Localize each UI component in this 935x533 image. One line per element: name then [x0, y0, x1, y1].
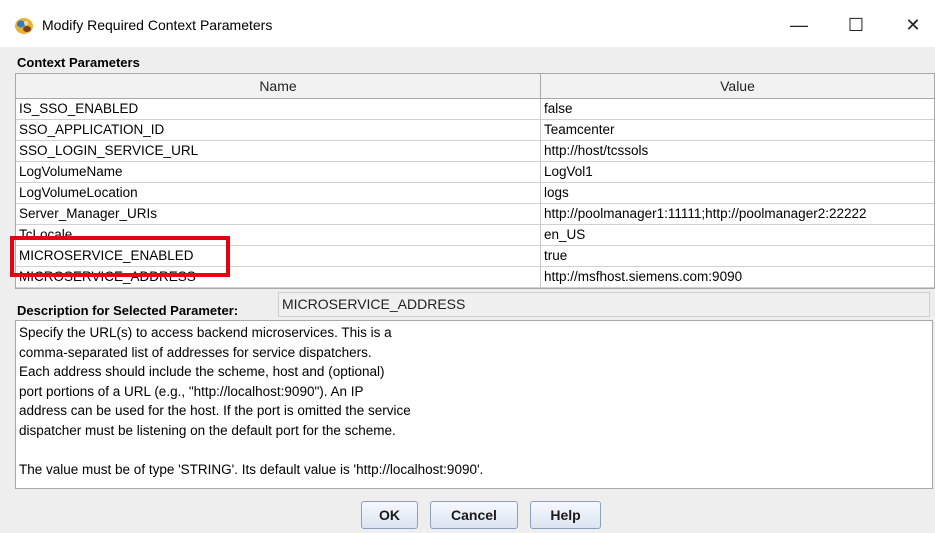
- maximize-button[interactable]: ☐: [836, 10, 876, 40]
- param-value-cell[interactable]: logs: [541, 183, 934, 203]
- param-name-cell[interactable]: SSO_APPLICATION_ID: [16, 120, 541, 140]
- param-value-cell[interactable]: true: [541, 246, 934, 266]
- table-row[interactable]: LogVolumeLocation logs: [16, 183, 934, 204]
- table-row[interactable]: SSO_LOGIN_SERVICE_URL http://host/tcssol…: [16, 141, 934, 162]
- cancel-button[interactable]: Cancel: [430, 501, 518, 529]
- param-name-cell[interactable]: SSO_LOGIN_SERVICE_URL: [16, 141, 541, 161]
- ok-button[interactable]: OK: [361, 501, 418, 529]
- help-button[interactable]: Help: [530, 501, 601, 529]
- param-name-cell[interactable]: IS_SSO_ENABLED: [16, 99, 541, 119]
- close-button[interactable]: ✕: [893, 10, 933, 40]
- param-value-cell[interactable]: LogVol1: [541, 162, 934, 182]
- param-value-cell[interactable]: http://msfhost.siemens.com:9090: [541, 267, 934, 287]
- description-text-area[interactable]: Specify the URL(s) to access backend mic…: [15, 320, 933, 489]
- column-header-name[interactable]: Name: [16, 74, 541, 98]
- highlight-box: [10, 236, 230, 277]
- description-line: The value must be of type 'STRING'. Its …: [19, 461, 484, 477]
- description-line: comma-separated list of addresses for se…: [19, 344, 372, 360]
- description-line: dispatcher must be listening on the defa…: [19, 422, 396, 438]
- description-label: Description for Selected Parameter:: [17, 303, 239, 318]
- app-icon: [14, 16, 34, 36]
- param-name-cell[interactable]: Server_Manager_URIs: [16, 204, 541, 224]
- column-header-value[interactable]: Value: [541, 74, 934, 98]
- description-line: Specify the URL(s) to access backend mic…: [19, 325, 392, 340]
- table-header: Name Value: [16, 74, 934, 99]
- dialog-window: Modify Required Context Parameters — ☐ ✕…: [0, 0, 935, 533]
- table-row[interactable]: LogVolumeName LogVol1: [16, 162, 934, 183]
- minimize-button[interactable]: —: [779, 10, 819, 40]
- maximize-icon: ☐: [847, 14, 865, 35]
- table-row[interactable]: SSO_APPLICATION_ID Teamcenter: [16, 120, 934, 141]
- window-title: Modify Required Context Parameters: [42, 17, 273, 33]
- param-value-cell[interactable]: Teamcenter: [541, 120, 934, 140]
- context-parameters-label: Context Parameters: [17, 55, 140, 70]
- param-value-cell[interactable]: http://host/tcssols: [541, 141, 934, 161]
- description-line: [19, 440, 929, 460]
- param-name-cell[interactable]: LogVolumeName: [16, 162, 541, 182]
- minimize-icon: —: [790, 14, 808, 35]
- selected-parameter-field: MICROSERVICE_ADDRESS: [278, 292, 930, 317]
- table-row[interactable]: Server_Manager_URIs http://poolmanager1:…: [16, 204, 934, 225]
- param-name-cell[interactable]: LogVolumeLocation: [16, 183, 541, 203]
- description-line: port portions of a URL (e.g., "http://lo…: [19, 383, 364, 399]
- param-value-cell[interactable]: false: [541, 99, 934, 119]
- description-line: Each address should include the scheme, …: [19, 364, 385, 379]
- param-value-cell[interactable]: en_US: [541, 225, 934, 245]
- title-bar: Modify Required Context Parameters — ☐ ✕: [0, 0, 935, 47]
- param-value-cell[interactable]: http://poolmanager1:11111;http://poolman…: [541, 204, 934, 224]
- close-icon: ✕: [905, 14, 921, 35]
- table-row[interactable]: IS_SSO_ENABLED false: [16, 99, 934, 120]
- description-line: address can be used for the host. If the…: [19, 403, 411, 418]
